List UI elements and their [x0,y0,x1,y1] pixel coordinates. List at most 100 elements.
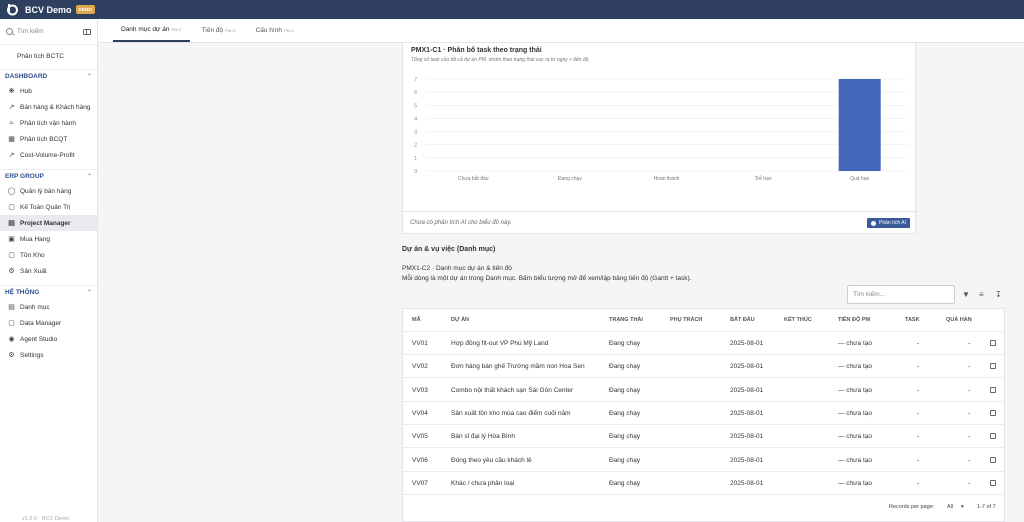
collapse-sidebar-icon[interactable] [83,28,91,35]
col-header-status[interactable]: TRẠNG THÁI [609,317,643,323]
sidebar-item-label: Sản Xuất [20,267,47,275]
row-task: - [917,363,920,371]
row-code: VV05 [412,433,428,441]
bank-icon: ▦ [8,136,15,143]
col-header-code[interactable]: MÃ [412,317,421,323]
sidebar-item-sales[interactable]: ↗ Bán hàng & Khách hàng [0,99,97,115]
chevron-up-icon: ⌃ [86,174,92,180]
sidebar-item-label: Phân tích BCQT [20,135,68,143]
sidebar-item-cvp[interactable]: ↗ Cost-Volume-Profit [0,147,97,163]
sidebar-item-accounting[interactable]: ▢ Kế Toán Quản Trị [0,199,97,215]
table-row[interactable]: VV06 Đóng theo yêu cầu khách lẻ Đang chạy 2… [403,449,1004,472]
col-header-task[interactable]: TASK [905,317,920,323]
table-search-placeholder: Tìm kiếm... [853,291,886,298]
chevron-up-icon: ⌃ [86,290,92,296]
row-progress: — chưa tạo [838,363,872,371]
download-icon[interactable]: ↧ [995,290,1002,299]
x-tick-label: Quá hạn [850,176,869,182]
col-header-project[interactable]: DỰ ÁN [451,317,469,323]
sidebar-pinned-item[interactable]: Phân tích BCTC [0,45,97,69]
sidebar-item-data-manager[interactable]: ▢ Data Manager [0,315,97,331]
sidebar-item-project-manager[interactable]: ▤ Project Manager [0,215,97,231]
project-table: MÃ DỰ ÁN TRẠNG THÁI PHỤ TRÁCH BẮT ĐẦU KẾ… [402,308,1005,522]
sidebar-item-operations[interactable]: ≈ Phân tích vận hành [0,115,97,131]
sidebar-item-sales-mgmt[interactable]: ◯ Quản lý bán hàng [0,183,97,199]
section-description: Mỗi dòng là một dự án trong Danh mục. Bấ… [402,275,692,282]
columns-icon[interactable]: ≡ [979,290,984,299]
sidebar-search[interactable]: Tìm kiếm [0,19,97,45]
col-header-end[interactable]: KẾT THÚC [784,317,812,323]
row-project: Bán sỉ đại lý Hòa Bình [451,433,515,441]
sidebar-section-title: DASHBOARD [5,73,48,80]
table-row[interactable]: VV03 Combo nội thất khách sạn Sài Gòn Cen… [403,379,1004,402]
row-code: VV03 [412,386,428,394]
x-tick-label: Đang chạy [558,176,582,182]
row-task: - [917,386,920,394]
open-icon[interactable] [990,456,996,463]
pagination-range: 1-7 of 7 [977,504,996,510]
sidebar-item-bcqt[interactable]: ▦ Phân tích BCQT [0,131,97,147]
row-code: VV07 [412,479,428,487]
table-row[interactable]: VV05 Bán sỉ đại lý Hòa Bình Đang chạy 2025-… [403,425,1004,449]
row-start: 2025-08-01 [730,363,764,371]
task-status-bar-chart: 0 1 2 3 4 5 6 7 Chưa bắt đầu Đang chạy Hoàn thành T… [414,77,908,182]
sidebar-item-purchasing[interactable]: ▣ Mua Hang [0,231,97,247]
open-icon[interactable] [990,409,996,416]
sidebar-item-label: Settings [20,351,44,359]
col-header-progress[interactable]: TIẾN ĐỘ PM [838,317,870,323]
sidebar-search-placeholder[interactable]: Tìm kiếm [17,28,83,35]
clipboard-icon: ▤ [8,220,15,227]
sidebar-section-erp[interactable]: ERP GROUP ⌃ [0,169,97,183]
sidebar-item-agent-studio[interactable]: ◉ Agent Studio [0,331,97,347]
y-tick-label: 6 [414,90,417,96]
sidebar-item-label: Hub [20,87,32,95]
sidebar-item-production[interactable]: ⚙ Sản Xuất [0,263,97,279]
book-icon: ▤ [8,304,15,311]
top-bar: BCV Demo DEMO [0,0,1024,19]
tab-config[interactable]: Cấu hình PM-X [248,18,302,42]
sidebar: Tìm kiếm Phân tích BCTC DASHBOARD ⌃ ❋ Hub… [0,19,98,522]
sidebar-item-inventory[interactable]: ▢ Tồn Kho [0,247,97,263]
open-icon[interactable] [990,479,996,486]
sidebar-item-settings[interactable]: ⚙ Settings [0,347,97,363]
logo-icon[interactable] [6,3,19,16]
row-start: 2025-08-01 [730,479,764,487]
chevron-down-icon[interactable]: ▾ [961,504,964,510]
row-status: Đang chạy [609,363,641,371]
y-tick-label: 5 [414,103,417,109]
sidebar-section-system[interactable]: HỆ THỐNG ⌃ [0,285,97,299]
open-icon[interactable] [990,363,996,370]
open-icon[interactable] [990,433,996,440]
tab-label: Tiến độ [201,26,224,34]
col-header-owner[interactable]: PHỤ TRÁCH [670,317,702,323]
tab-project-catalog[interactable]: Danh mục dự án PM-C [113,18,190,42]
open-icon[interactable] [990,340,996,346]
row-progress: — chưa tạo [838,433,872,441]
sidebar-item-label: Phân tích vận hành [20,119,77,127]
sidebar-item-label: Quản lý bán hàng [20,187,72,195]
col-header-start[interactable]: BẮT ĐẦU [730,317,755,323]
tab-progress[interactable]: Tiến độ PM-G [194,18,244,42]
table-row[interactable]: VV01 Hợp đồng fit-out VP Phú Mỹ Land Đang … [403,332,1004,355]
section-code-line: PMX1-C2 · Danh mục dự án & tiến độ [402,265,512,272]
col-header-overdue[interactable]: QUÁ HẠN [946,317,972,323]
row-code: VV01 [412,340,428,347]
rows-per-page-select[interactable]: All [947,504,953,510]
table-search-input[interactable]: Tìm kiếm... [847,285,955,304]
row-overdue: - [968,363,971,371]
table-row[interactable]: VV02 Đơn hàng bàn ghế Trường mầm non Hoa … [403,355,1004,379]
filter-icon[interactable]: ▼ [962,290,970,299]
ai-analysis-note: Chưa có phân tích AI cho biểu đồ này. [410,220,512,226]
table-row[interactable]: VV04 Sản xuất tồn kho mùa cao điểm cuối n… [403,402,1004,425]
sidebar-item-hub[interactable]: ❋ Hub [0,83,97,99]
bar [838,79,881,171]
row-project: Hợp đồng fit-out VP Phú Mỹ Land [451,340,549,347]
open-icon[interactable] [990,386,996,393]
ai-analysis-button[interactable]: Phân tích AI [867,218,910,228]
sidebar-item-catalog[interactable]: ▤ Danh mục [0,299,97,315]
row-project: Khác / chưa phân loại [451,479,515,487]
table-row[interactable]: VV07 Khác / chưa phân loại Đang chạy 2025-0… [403,472,1004,495]
sidebar-section-dashboard[interactable]: DASHBOARD ⌃ [0,69,97,83]
row-task: - [917,340,920,347]
row-start: 2025-08-01 [730,386,764,394]
